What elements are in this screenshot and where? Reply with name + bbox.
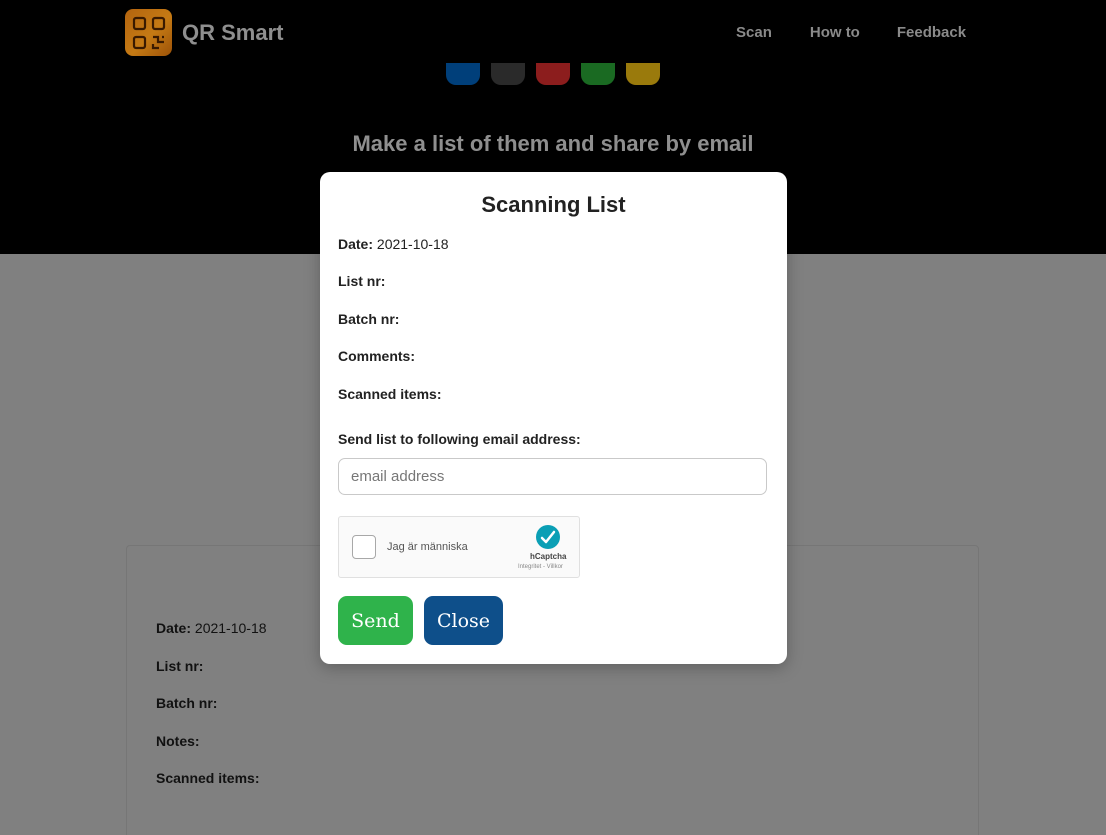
swatch-green[interactable]: [581, 63, 615, 85]
captcha-brand: hCaptcha: [530, 552, 567, 561]
captcha-checkbox[interactable]: [352, 535, 376, 559]
card-row-label: Scanned items:: [156, 770, 260, 786]
field-comments: Comments:: [338, 348, 415, 364]
card-row-list-nr: List nr:: [156, 658, 203, 674]
hcaptcha-widget: Jag är människa hCaptcha Integritet - Vi…: [338, 516, 580, 578]
send-button[interactable]: Send: [338, 596, 413, 645]
card-row-label: Notes:: [156, 733, 200, 749]
card-row-label: List nr:: [156, 658, 204, 674]
swatch-black[interactable]: [491, 63, 525, 85]
navbar: QR Smart Scan How to Feedback: [0, 0, 1106, 60]
field-label: Comments:: [338, 348, 416, 364]
brand[interactable]: QR Smart: [125, 9, 283, 56]
field-label: List nr:: [338, 273, 386, 289]
nav-scan[interactable]: Scan: [736, 24, 772, 41]
hcaptcha-logo-icon: [536, 525, 560, 549]
field-scanned-items: Scanned items:: [338, 386, 441, 402]
card-row-value: 2021-10-18: [194, 620, 267, 636]
send-list-label: Send list to following email address:: [338, 431, 581, 447]
brand-name: QR Smart: [182, 19, 284, 45]
qr-logo-icon: [125, 9, 172, 56]
field-batch-nr: Batch nr:: [338, 311, 399, 327]
modal-title: Scanning List: [481, 192, 626, 217]
swatch-blue[interactable]: [446, 63, 480, 85]
color-swatches: [446, 63, 671, 85]
field-label: Scanned items:: [338, 386, 442, 402]
scanning-list-modal: Scanning List Date: 2021-10-18 List nr: …: [320, 172, 787, 664]
card-row-label: Batch nr:: [156, 695, 218, 711]
email-input[interactable]: [338, 458, 767, 495]
swatch-yellow[interactable]: [626, 63, 660, 85]
card-row-date: Date: 2021-10-18: [156, 620, 267, 636]
nav-feedback[interactable]: Feedback: [897, 24, 966, 41]
captcha-links[interactable]: Integritet - Villkor: [518, 564, 563, 570]
captcha-label: Jag är människa: [387, 541, 468, 553]
card-row-label: Date:: [156, 620, 192, 636]
card-row-scanned-items: Scanned items:: [156, 770, 259, 786]
field-value: 2021-10-18: [376, 236, 449, 252]
field-date: Date: 2021-10-18: [338, 236, 449, 252]
close-button[interactable]: Close: [424, 596, 503, 645]
swatch-red[interactable]: [536, 63, 570, 85]
field-label: Batch nr:: [338, 311, 400, 327]
card-row-batch-nr: Batch nr:: [156, 695, 217, 711]
nav-how-to[interactable]: How to: [810, 24, 860, 41]
hero-tagline: Make a list of them and share by email: [352, 131, 754, 156]
field-label: Date:: [338, 236, 374, 252]
nav-links: Scan How to Feedback: [736, 24, 966, 41]
card-row-notes: Notes:: [156, 733, 200, 749]
field-list-nr: List nr:: [338, 273, 385, 289]
